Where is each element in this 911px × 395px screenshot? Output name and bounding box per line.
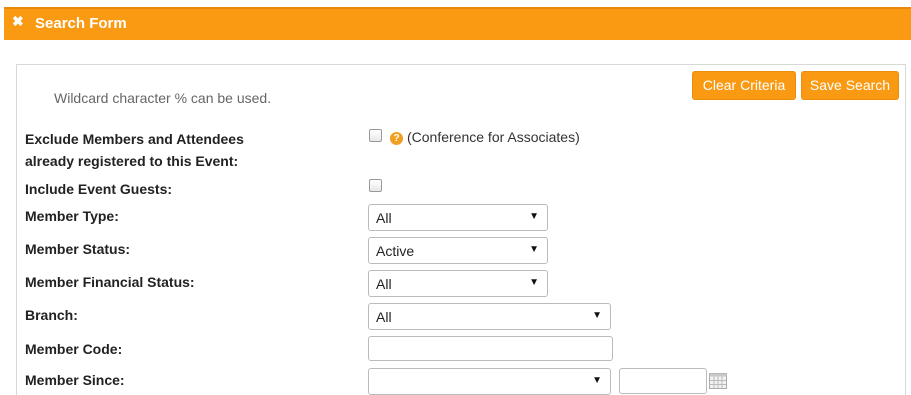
exclude-label-line1: Exclude Members and Attendees [25,131,244,147]
include-guests-checkbox[interactable] [369,179,382,192]
header-title: Search Form [35,15,127,32]
branch-value: All [376,309,392,325]
member-code-label: Member Code: [25,341,123,357]
clear-criteria-button[interactable]: Clear Criteria [692,71,796,100]
member-status-label: Member Status: [25,241,131,257]
dropdown-arrow-icon: ▼ [529,277,539,288]
wildcard-hint: Wildcard character % can be used. [54,90,272,106]
financial-status-value: All [376,276,392,292]
include-guests-label: Include Event Guests: [25,181,173,197]
search-form-header: ✖ Search Form [4,7,911,40]
member-since-select[interactable]: ▼ [368,368,611,395]
dropdown-arrow-icon: ▼ [592,375,602,386]
exclude-label-line2: already registered to this Event: [25,153,239,169]
dropdown-arrow-icon: ▼ [592,310,602,321]
exclude-members-label: Exclude Members and Attendees already re… [25,128,244,172]
member-since-date-input[interactable] [619,368,707,394]
financial-status-select[interactable]: All ▼ [368,270,548,297]
member-type-label: Member Type: [25,208,119,224]
exclude-members-checkbox[interactable] [369,129,382,142]
close-icon[interactable]: ✖ [12,13,24,30]
question-circle-icon[interactable]: ? [390,132,403,145]
branch-select[interactable]: All ▼ [368,303,611,330]
member-type-value: All [376,210,392,226]
branch-label: Branch: [25,307,78,323]
member-status-value: Active [376,243,415,259]
dropdown-arrow-icon: ▼ [529,211,539,222]
member-status-select[interactable]: Active ▼ [368,237,548,264]
conference-note: (Conference for Associates) [407,129,580,145]
calendar-icon[interactable] [709,373,727,389]
financial-status-label: Member Financial Status: [25,274,195,290]
save-search-button[interactable]: Save Search [801,71,899,100]
member-code-input[interactable] [368,336,613,361]
dropdown-arrow-icon: ▼ [529,244,539,255]
member-type-select[interactable]: All ▼ [368,204,548,231]
member-since-label: Member Since: [25,372,125,388]
